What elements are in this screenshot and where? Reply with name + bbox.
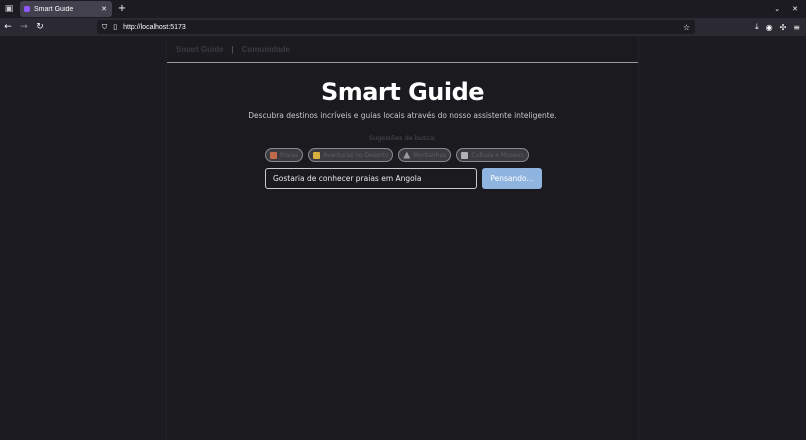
chevron-down-icon[interactable]: ⌄: [774, 5, 780, 13]
account-icon[interactable]: ◉: [766, 23, 773, 32]
search-input[interactable]: [265, 168, 477, 189]
nav-link-home[interactable]: Smart Guide: [176, 45, 224, 54]
chip-label: Praias: [280, 151, 299, 159]
page-viewport: Smart Guide | Comunidade Smart Guide Des…: [0, 36, 806, 440]
page-title: Smart Guide: [320, 78, 485, 106]
forward-icon[interactable]: →: [16, 18, 32, 36]
suggestion-chips: Praias Aventuras no Deserto Montanhas Cu…: [265, 148, 529, 162]
tab-title: Smart Guide: [34, 5, 74, 13]
menu-icon[interactable]: ≡: [793, 23, 800, 32]
page-subtitle: Descubra destinos incríveis e guias loca…: [248, 111, 557, 120]
chip-museums[interactable]: Cultura e Museus: [456, 148, 529, 162]
search-row: Pensando...: [265, 168, 542, 189]
browser-navbar: ← → ↻ ⛉ ▯ http://localhost:5173 ☆ ⤓ ◉ ✣ …: [0, 18, 806, 36]
chip-label: Cultura e Museus: [471, 151, 524, 159]
download-icon[interactable]: ⤓: [755, 22, 759, 32]
chip-mountains[interactable]: Montanhas: [398, 148, 452, 162]
chip-label: Montanhas: [413, 151, 447, 159]
toolbar-icons: ⤓ ◉ ✣ ≡: [755, 18, 800, 36]
browser-tabbar: ▣ Smart Guide ✕ + ⌄ ✕: [0, 0, 806, 18]
url-text[interactable]: http://localhost:5173: [123, 24, 683, 31]
back-icon[interactable]: ←: [0, 18, 16, 36]
url-bar[interactable]: ⛉ ▯ http://localhost:5173 ☆: [97, 20, 695, 34]
umbrella-icon: [270, 151, 277, 159]
browser-tab[interactable]: Smart Guide ✕: [20, 1, 112, 17]
close-icon[interactable]: ✕: [792, 5, 798, 13]
window-controls: ⌄ ✕: [774, 0, 798, 18]
favicon-icon: [24, 6, 30, 12]
search-button[interactable]: Pensando...: [482, 168, 542, 189]
close-icon[interactable]: ✕: [100, 5, 108, 13]
nav-link-community[interactable]: Comunidade: [242, 45, 290, 54]
mountain-icon: [403, 151, 411, 159]
nav-separator: |: [231, 44, 234, 54]
main-container: Smart Guide | Comunidade Smart Guide Des…: [166, 36, 639, 440]
desert-icon: [313, 151, 321, 159]
reload-icon[interactable]: ↻: [32, 18, 48, 36]
page-icon[interactable]: ▯: [113, 23, 117, 31]
museum-icon: [461, 151, 469, 159]
extensions-icon[interactable]: ✣: [780, 23, 787, 32]
chip-beaches[interactable]: Praias: [265, 148, 304, 162]
tab-list-icon[interactable]: ▣: [0, 0, 18, 18]
new-tab-icon[interactable]: +: [117, 2, 127, 16]
shield-icon[interactable]: ⛉: [102, 23, 107, 32]
chip-label: Aventuras no Deserto: [323, 151, 389, 159]
top-navigation: Smart Guide | Comunidade: [167, 36, 638, 63]
star-icon[interactable]: ☆: [683, 23, 690, 32]
chip-desert[interactable]: Aventuras no Deserto: [308, 148, 394, 162]
suggestions-label: Sugestões de busca:: [368, 134, 437, 142]
